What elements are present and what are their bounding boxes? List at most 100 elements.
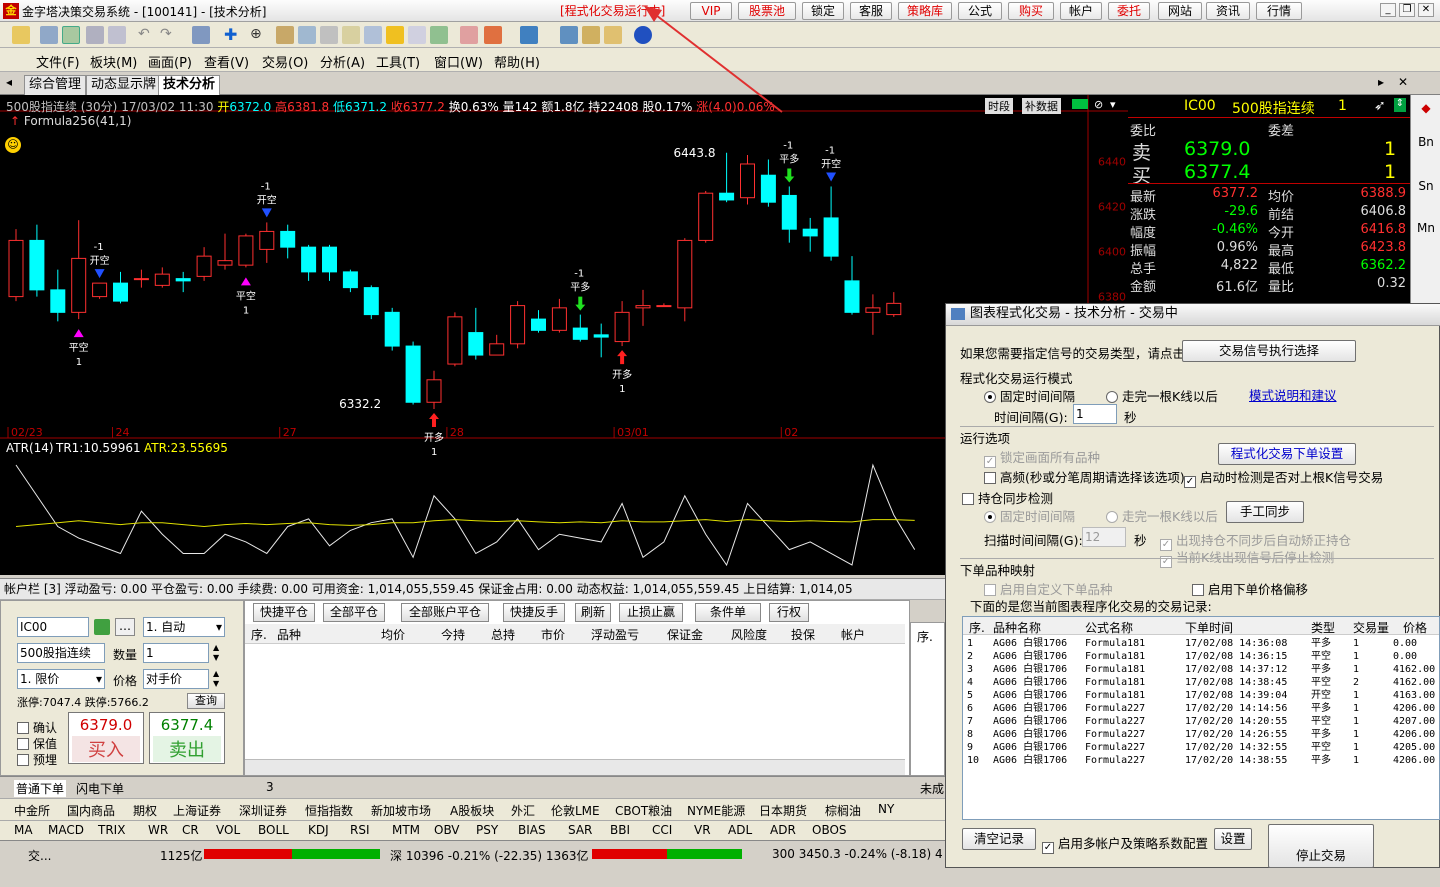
sell-button[interactable]: 6377.4 卖出 [149, 712, 225, 764]
code-input[interactable]: IC00 [17, 617, 89, 637]
indicator-tab-13[interactable]: SAR [568, 823, 592, 837]
log-row[interactable]: 7 AG06 白银1706 Formula227 17/02/20 14:20:55 平… [963, 715, 1439, 728]
sync-kline-radio[interactable]: 走完一根K线以后 [1106, 506, 1218, 525]
tab-overview[interactable]: 综合管理 [24, 75, 87, 95]
menu-analysis[interactable]: 分析(A) [320, 52, 365, 71]
lock-icon[interactable] [94, 619, 110, 635]
log-row[interactable]: 8 AG06 白银1706 Formula227 17/02/20 14:26:55 平… [963, 728, 1439, 741]
stop-trading-button[interactable]: 停止交易 [1268, 824, 1374, 868]
candle[interactable] [886, 292, 902, 317]
query-button[interactable]: 查询 [187, 693, 225, 709]
indicator-tab-19[interactable]: OBOS [812, 823, 847, 837]
market-tab-3[interactable]: 上海证券 [173, 802, 221, 819]
indicator-tab-6[interactable]: BOLL [258, 823, 289, 837]
market-tab-4[interactable]: 深圳证券 [239, 802, 287, 819]
candle[interactable] [8, 229, 24, 302]
cursor-icon[interactable] [192, 26, 210, 44]
manual-sync-button[interactable]: 手工同步 [1226, 501, 1304, 523]
side-icon[interactable]: ◆ [1411, 101, 1440, 115]
candle[interactable] [363, 285, 379, 320]
candle[interactable] [133, 269, 149, 288]
candle[interactable] [865, 294, 881, 335]
alert-icon[interactable] [386, 26, 404, 44]
close-icon[interactable]: ✕ [1418, 3, 1434, 17]
menu-view[interactable]: 查看(V) [204, 52, 249, 71]
candle[interactable] [719, 152, 735, 203]
candle[interactable] [384, 307, 400, 351]
candle[interactable] [489, 334, 505, 356]
indicator-tab-17[interactable]: ADL [728, 823, 752, 837]
candle[interactable] [322, 244, 337, 281]
undo-icon[interactable]: ↶ [138, 26, 156, 44]
interval-input[interactable]: 1 [1073, 404, 1117, 424]
candle[interactable] [259, 222, 275, 263]
tab-scroll-left-icon[interactable]: ◂ [6, 75, 12, 89]
draw-tool-icon[interactable] [276, 26, 294, 44]
side-tab-sn[interactable]: Sn [1411, 179, 1440, 193]
side-tab-mn[interactable]: Mn [1411, 221, 1440, 235]
copy-icon[interactable] [320, 26, 338, 44]
layout-icon[interactable] [40, 26, 58, 44]
indicator-tab-11[interactable]: PSY [476, 823, 498, 837]
candle[interactable] [301, 244, 317, 281]
mode-fixed-radio[interactable]: 固定时间间隔 [984, 386, 1075, 405]
candle[interactable] [447, 312, 463, 367]
market-tab-1[interactable]: 国内商品 [67, 802, 115, 819]
candle[interactable] [154, 267, 170, 288]
trend-icon[interactable] [430, 26, 448, 44]
candle[interactable] [656, 303, 672, 308]
candle[interactable] [175, 271, 191, 293]
positions-scrollbar[interactable] [245, 759, 905, 775]
tab-unfilled[interactable]: 未成 [920, 780, 944, 797]
lock-all-checkbox[interactable]: ✓ 锁定画面所有品种 [984, 447, 1100, 468]
candle[interactable] [280, 224, 296, 259]
tab-technical-analysis[interactable]: 技术分析 [158, 75, 221, 95]
top-button-7[interactable]: 帐户 [1060, 2, 1102, 20]
market-tab-9[interactable]: 伦敦LME [551, 802, 600, 819]
log-row[interactable]: 6 AG06 白银1706 Formula227 17/02/20 14:14:56 平… [963, 702, 1439, 715]
close-all-accounts-button[interactable]: 全部账户平仓 [401, 603, 489, 622]
menu-screen[interactable]: 画面(P) [148, 52, 192, 71]
window-icon[interactable] [86, 26, 104, 44]
bars-icon[interactable] [484, 26, 502, 44]
tab-scroll-right-icon[interactable]: ▸ [1378, 75, 1384, 89]
side-tab-bn[interactable]: Bn [1411, 135, 1440, 149]
market-tab-10[interactable]: CBOT粮油 [615, 802, 672, 819]
zoom-window-icon[interactable] [108, 26, 126, 44]
multi-account-checkbox[interactable]: ✓ 启用多帐户及策略系数配置 [1042, 833, 1208, 854]
chart-mode-icon[interactable] [62, 26, 80, 44]
preset-checkbox[interactable]: 预埋 [17, 751, 57, 768]
signal-select-button[interactable]: 交易信号执行选择 [1182, 340, 1356, 362]
close-all-button[interactable]: 全部平仓 [323, 603, 385, 622]
top-button-2[interactable]: 锁定 [802, 2, 844, 20]
menu-trade[interactable]: 交易(O) [262, 52, 308, 71]
market-tab-7[interactable]: A股板块 [450, 802, 494, 819]
candle[interactable] [405, 341, 421, 405]
script-icon[interactable] [582, 26, 600, 44]
candle[interactable] [802, 217, 818, 252]
candle[interactable] [238, 233, 254, 268]
redo-icon[interactable]: ↷ [160, 26, 178, 44]
high-freq-checkbox[interactable]: 高频(秒或分笔周期请选择该选项) [984, 467, 1185, 486]
clear-log-button[interactable]: 清空记录 [962, 828, 1036, 850]
candle[interactable] [426, 370, 442, 410]
top-button-4[interactable]: 策略库 [898, 2, 952, 20]
refresh-button[interactable]: 刷新 [575, 603, 611, 622]
candle[interactable] [468, 307, 484, 360]
indicator-tab-2[interactable]: TRIX [98, 823, 125, 837]
candle[interactable] [50, 269, 66, 322]
top-button-8[interactable]: 委托 [1108, 2, 1150, 20]
money-icon[interactable] [1072, 99, 1088, 109]
more-button[interactable]: … [115, 618, 135, 636]
candle[interactable] [551, 298, 567, 333]
market-tab-12[interactable]: 日本期货 [759, 802, 807, 819]
log-row[interactable]: 4 AG06 白银1706 Formula181 17/02/08 14:38:45 平… [963, 676, 1439, 689]
chart-menu-icon[interactable]: ▾ [1110, 98, 1116, 111]
indicator-tab-4[interactable]: CR [182, 823, 199, 837]
candle[interactable] [781, 186, 797, 243]
mode-select[interactable]: 1. 自动 ▾ [143, 617, 225, 637]
indicator-tab-18[interactable]: ADR [770, 823, 796, 837]
log-row[interactable]: 3 AG06 白银1706 Formula181 17/02/08 14:37:12 平… [963, 663, 1439, 676]
price-stepper[interactable]: ▲ ▼ [213, 669, 225, 689]
market-tab-11[interactable]: NYME能源 [687, 802, 745, 819]
